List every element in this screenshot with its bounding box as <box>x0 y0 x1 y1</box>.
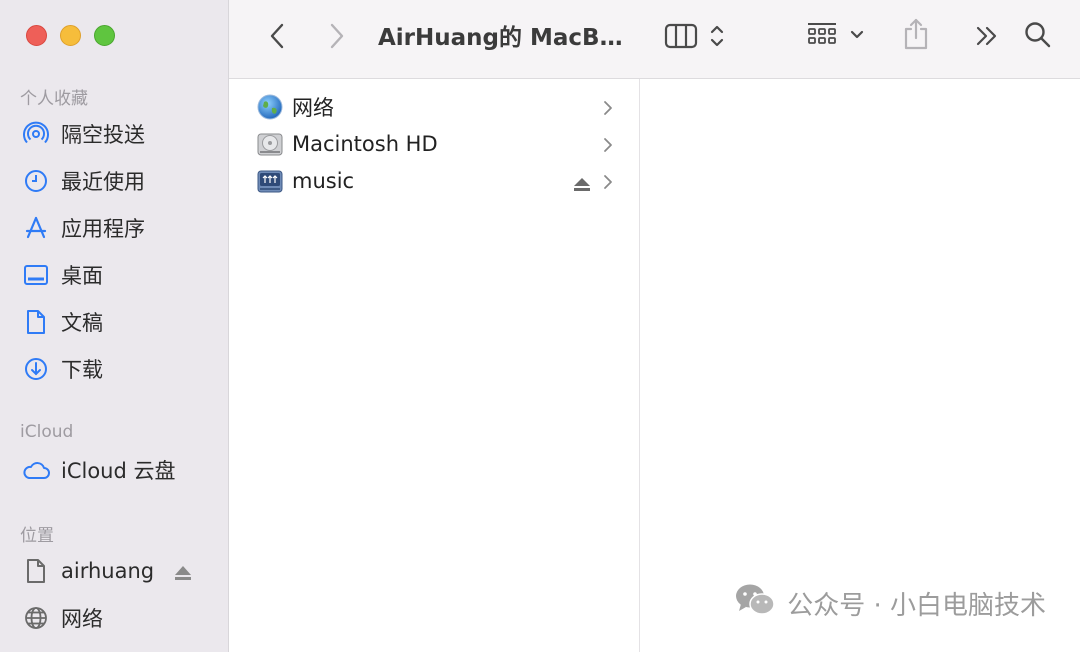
column-item-label: Macintosh HD <box>292 132 438 156</box>
group-dropdown-button[interactable] <box>849 28 865 42</box>
group-button[interactable] <box>805 20 839 50</box>
sidebar-item-airdrop[interactable]: 隔空投送 <box>22 119 212 149</box>
column-item-macintosh-hd[interactable]: Macintosh HD <box>257 128 617 160</box>
sidebar-item-network[interactable]: 网络 <box>22 603 212 633</box>
sidebar-item-desktop[interactable]: 桌面 <box>22 260 212 290</box>
window-controls <box>26 25 115 46</box>
share-button[interactable] <box>901 16 931 52</box>
chevron-right-icon <box>330 23 344 49</box>
download-icon <box>22 355 50 383</box>
forward-button[interactable] <box>325 20 349 52</box>
eject-icon[interactable] <box>573 173 591 197</box>
share-icon <box>904 18 928 50</box>
document-icon <box>22 308 50 336</box>
locations-section-title: 位置 <box>20 526 54 546</box>
double-chevron-right-icon <box>976 26 997 46</box>
toolbar: AirHuang的 MacBook Pro <box>229 0 1080 79</box>
sidebar-item-label: 下载 <box>61 358 103 382</box>
more-toolbar-button[interactable] <box>973 22 1001 50</box>
network-globe-icon <box>257 94 283 120</box>
sidebar-item-label: 应用程序 <box>61 217 145 241</box>
minimize-button[interactable] <box>60 25 81 46</box>
sidebar-item-label: 文稿 <box>61 311 103 335</box>
file-icon <box>22 557 50 585</box>
chevron-left-icon <box>270 23 284 49</box>
window-title: AirHuang的 MacBook Pro <box>378 25 633 51</box>
columns-icon <box>664 23 698 49</box>
back-button[interactable] <box>265 20 289 52</box>
chevron-right-icon <box>603 171 613 195</box>
column-1: 网络 Macintosh HD music <box>229 79 640 652</box>
clock-icon <box>22 167 50 195</box>
sidebar-item-downloads[interactable]: 下载 <box>22 354 212 384</box>
column-item-music[interactable]: music <box>257 165 617 197</box>
globe-icon <box>22 604 50 632</box>
chevron-right-icon <box>603 134 613 158</box>
sidebar-item-label: iCloud 云盘 <box>61 459 176 483</box>
icloud-section-title: iCloud <box>20 422 74 442</box>
column-2: 公众号 · 小白电脑技术 <box>641 79 1080 652</box>
sidebar-item-icloud-drive[interactable]: iCloud 云盘 <box>22 455 212 485</box>
chevron-right-icon <box>603 97 613 121</box>
view-options-button[interactable] <box>707 22 727 50</box>
desktop-icon <box>22 261 50 289</box>
sidebar-item-label: airhuang <box>61 559 155 583</box>
finder-window: 个人收藏 隔空投送 最近使用 应用程序 桌面 文稿 下载 iCloud iClo… <box>0 0 1080 652</box>
sidebar-item-airhuang[interactable]: airhuang <box>22 556 212 586</box>
column-item-label: music <box>292 169 355 193</box>
sidebar-item-recents[interactable]: 最近使用 <box>22 166 212 196</box>
watermark: 公众号 · 小白电脑技术 <box>735 583 1046 624</box>
sidebar-item-label: 网络 <box>61 607 103 631</box>
column-view-button[interactable] <box>663 22 699 50</box>
wechat-icon <box>735 583 775 624</box>
sidebar-item-documents[interactable]: 文稿 <box>22 307 212 337</box>
column-item-label: 网络 <box>292 96 334 120</box>
search-icon <box>1025 22 1051 48</box>
watermark-text: 公众号 · 小白电脑技术 <box>787 591 1046 621</box>
chevron-down-icon <box>850 30 864 39</box>
applications-icon <box>22 214 50 242</box>
sidebar-item-label: 桌面 <box>61 264 103 288</box>
sidebar-item-applications[interactable]: 应用程序 <box>22 213 212 243</box>
hard-drive-icon <box>257 131 283 157</box>
zoom-button[interactable] <box>94 25 115 46</box>
cloud-icon <box>22 456 50 484</box>
close-button[interactable] <box>26 25 47 46</box>
sidebar-item-label: 隔空投送 <box>61 123 145 147</box>
column-item-network[interactable]: 网络 <box>257 91 617 123</box>
grid-icon <box>808 23 836 44</box>
eject-icon[interactable] <box>174 562 192 586</box>
favorites-section-title: 个人收藏 <box>20 89 88 109</box>
network-drive-icon <box>257 168 283 194</box>
up-down-chevron-icon <box>710 25 724 47</box>
airdrop-icon <box>22 120 50 148</box>
search-button[interactable] <box>1023 20 1053 50</box>
sidebar: 个人收藏 隔空投送 最近使用 应用程序 桌面 文稿 下载 iCloud iClo… <box>0 0 229 652</box>
sidebar-item-label: 最近使用 <box>61 170 145 194</box>
